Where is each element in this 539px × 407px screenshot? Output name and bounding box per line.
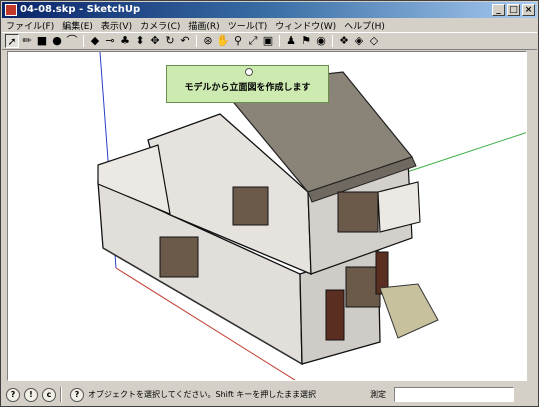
- measurements-label: 測定: [370, 390, 386, 399]
- zoom-extents-icon[interactable]: ⤢: [246, 34, 260, 48]
- app-window: 04-08.skp - SketchUp _ □ × ファイル(F) 編集(E) 表…: [0, 0, 539, 407]
- tooltip-text: モデルから立面図を作成します: [184, 83, 311, 93]
- title-bar[interactable]: 04-08.skp - SketchUp _ □ ×: [2, 2, 537, 18]
- materials-icon[interactable]: ◈: [352, 34, 366, 48]
- orbit-icon[interactable]: ⊛: [201, 34, 215, 48]
- push-pull-icon[interactable]: ⬍: [133, 34, 147, 48]
- geo-location-icon[interactable]: ?: [6, 387, 20, 402]
- previous-view-icon[interactable]: ▣: [261, 34, 275, 48]
- components-icon[interactable]: ❖: [337, 34, 351, 48]
- tooltip-pointer-icon: [245, 68, 253, 76]
- rectangle-icon[interactable]: ■: [35, 34, 49, 48]
- menu-bar: ファイル(F) 編集(E) 表示(V) カメラ(C) 描画(R) ツール(T) ウィンドウ(…: [2, 18, 537, 32]
- eraser-icon[interactable]: ◆: [88, 34, 102, 48]
- window-lower-right: [345, 266, 381, 308]
- credits-icon[interactable]: !: [24, 387, 38, 402]
- paint-bucket-icon[interactable]: ♣: [118, 34, 132, 48]
- close-button[interactable]: ×: [522, 4, 535, 16]
- menu-item-7[interactable]: ヘルプ(H): [340, 19, 389, 32]
- pencil-icon[interactable]: ✏: [20, 34, 34, 48]
- arc-icon[interactable]: ⌒: [65, 34, 79, 48]
- zoom-icon[interactable]: ⚲: [231, 34, 245, 48]
- maximize-button[interactable]: □: [507, 4, 520, 16]
- circle-icon[interactable]: ●: [50, 34, 64, 48]
- menu-item-4[interactable]: 描画(R): [184, 19, 223, 32]
- toolbar-separator: [196, 35, 197, 47]
- offset-icon[interactable]: ↶: [178, 34, 192, 48]
- move-icon[interactable]: ✥: [148, 34, 162, 48]
- menu-item-6[interactable]: ウィンドウ(W): [271, 19, 340, 32]
- sketchup-app-icon: [5, 4, 17, 16]
- menu-item-2[interactable]: 表示(V): [97, 19, 136, 32]
- toolbar-separator: [332, 35, 333, 47]
- walk-icon[interactable]: ⚑: [299, 34, 313, 48]
- section-plane-icon[interactable]: ◇: [367, 34, 381, 48]
- viewport-scrollbar[interactable]: [528, 51, 537, 381]
- window-title: 04-08.skp - SketchUp: [20, 4, 141, 15]
- position-camera-icon[interactable]: ♟: [284, 34, 298, 48]
- measurements-input[interactable]: [394, 387, 514, 402]
- menu-item-1[interactable]: 編集(E): [58, 19, 97, 32]
- green-axis: [406, 132, 526, 173]
- main-toolbar: ➚ ✏ ■ ● ⌒ ◆ ⊸ ♣ ⬍ ✥ ↻ ↶ ⊛ ✋ ⚲ ⤢ ▣ ♟ ⚑ ◉ ❖ ◈ ◇: [2, 32, 537, 50]
- menu-item-0[interactable]: ファイル(F): [2, 19, 58, 32]
- tape-measure-icon[interactable]: ⊸: [103, 34, 117, 48]
- front-door: [325, 289, 345, 341]
- status-text: オブジェクトを選択してください。Shift キーを押したまま選択: [88, 390, 317, 399]
- menu-item-3[interactable]: カメラ(C): [136, 19, 184, 32]
- window-upper-right: [337, 191, 379, 233]
- pan-icon[interactable]: ✋: [216, 34, 230, 48]
- rotate-icon[interactable]: ↻: [163, 34, 177, 48]
- menu-item-5[interactable]: ツール(T): [224, 19, 272, 32]
- toolbar-separator: [83, 35, 84, 47]
- elevation-tooltip: モデルから立面図を作成します: [166, 65, 329, 103]
- window-lower-left: [159, 236, 199, 278]
- toolbar-separator: [279, 35, 280, 47]
- minimize-button[interactable]: _: [492, 4, 505, 16]
- select-icon[interactable]: ➚: [5, 34, 19, 48]
- status-bar: ? ! c ? オブジェクトを選択してください。Shift キーを押したまま選択…: [2, 384, 537, 405]
- window-upper-left: [232, 186, 269, 226]
- entrance-steps: [379, 283, 439, 339]
- status-separator: [60, 387, 62, 402]
- help-icon[interactable]: ?: [70, 387, 84, 402]
- look-around-icon[interactable]: ◉: [314, 34, 328, 48]
- user-icon[interactable]: c: [42, 387, 56, 402]
